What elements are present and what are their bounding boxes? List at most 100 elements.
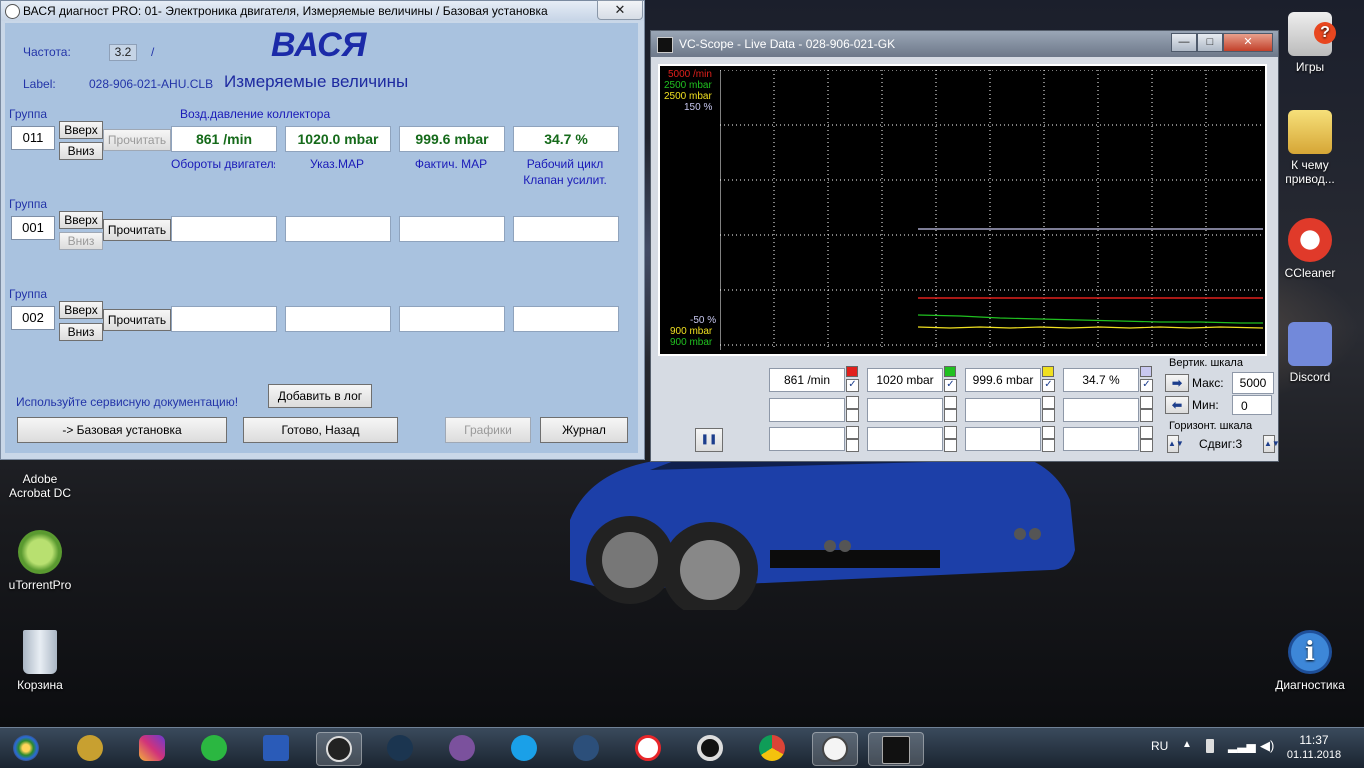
channel12-color-checkbox[interactable] xyxy=(1140,426,1153,439)
taskbar-save-app[interactable] xyxy=(254,732,298,764)
desktop-icon-acrobat[interactable]: Adobe Acrobat DC xyxy=(0,460,80,500)
minimize-button[interactable]: — xyxy=(1171,33,1197,52)
arrow-left-icon[interactable]: ⬅ xyxy=(1165,396,1189,414)
group3-up-button[interactable]: Вверх xyxy=(59,301,103,319)
language-indicator[interactable]: RU xyxy=(1151,739,1168,753)
desktop-icon-diagnostics[interactable]: i Диагностика xyxy=(1270,630,1350,692)
journal-button[interactable]: Журнал xyxy=(540,417,628,443)
spin-icon[interactable]: ▲▼ xyxy=(1167,435,1184,453)
taskbar-instagram[interactable] xyxy=(130,732,174,764)
channel5-checkbox[interactable] xyxy=(846,409,859,422)
group1-read-button[interactable]: Прочитать xyxy=(103,129,171,151)
taskbar-steam[interactable] xyxy=(378,732,422,764)
pause-button[interactable]: ❚❚ xyxy=(695,428,723,452)
channel2-value: 1020 mbar xyxy=(867,368,943,392)
vasya-titlebar[interactable]: ВАСЯ диагност PRO: 01- Электроника двига… xyxy=(1,0,644,21)
graphs-button[interactable]: Графики xyxy=(445,417,531,443)
desktop-icon-discord[interactable]: Discord xyxy=(1270,322,1350,384)
vc-scope-window: VC-Scope - Live Data - 028-906-021-GK — … xyxy=(650,30,1280,462)
channel7-value xyxy=(965,398,1041,422)
taskbar-vasya[interactable] xyxy=(812,732,858,766)
group3-read-button[interactable]: Прочитать xyxy=(103,309,171,331)
arrow-right-icon[interactable]: ➡ xyxy=(1165,374,1189,392)
channel6-color-checkbox[interactable] xyxy=(944,396,957,409)
vasya-app-icon xyxy=(822,736,848,762)
taskbar-headset[interactable] xyxy=(564,732,608,764)
done-back-button[interactable]: Готово, Назад xyxy=(243,417,398,443)
maximize-button[interactable]: □ xyxy=(1197,33,1223,52)
taskbar-whatsapp[interactable] xyxy=(192,732,236,764)
group2-up-button[interactable]: Вверх xyxy=(59,211,103,229)
group1-caption-map-spec: Указ.MAP xyxy=(310,157,364,171)
group1-value-duty: 34.7 % xyxy=(513,126,619,152)
channel12-checkbox[interactable] xyxy=(1140,439,1153,452)
channel7-color-checkbox[interactable] xyxy=(1042,396,1055,409)
taskbar-skype[interactable] xyxy=(502,732,546,764)
start-button[interactable] xyxy=(6,732,46,764)
clock-date[interactable]: 01.11.2018 xyxy=(1282,749,1346,761)
diagnostics-icon-label: Диагностика xyxy=(1275,678,1345,692)
channel3-checkbox[interactable]: ✓ xyxy=(1042,379,1055,392)
group2-number-input[interactable]: 001 xyxy=(11,216,55,240)
channel10-color-checkbox[interactable] xyxy=(944,426,957,439)
min-input[interactable]: 0 xyxy=(1232,395,1272,415)
channel8-color-checkbox[interactable] xyxy=(1140,396,1153,409)
group3-down-button[interactable]: Вниз xyxy=(59,323,103,341)
max-input[interactable]: 5000 xyxy=(1232,372,1274,394)
desktop-icon-utorrent[interactable]: uTorrentPro xyxy=(0,530,80,592)
battery-icon[interactable] xyxy=(1206,739,1214,753)
channel10-checkbox[interactable] xyxy=(944,439,957,452)
headset-icon xyxy=(573,735,599,761)
taskbar-webcam[interactable] xyxy=(68,732,112,764)
group2-read-button[interactable]: Прочитать xyxy=(103,219,171,241)
taskbar-obs[interactable] xyxy=(316,732,362,766)
desktop-icon-folder[interactable]: К чему привод... xyxy=(1270,110,1350,186)
channel11-color-checkbox[interactable] xyxy=(1042,426,1055,439)
taskbar-yandex[interactable] xyxy=(626,732,670,764)
shift-label: Сдвиг:3 xyxy=(1199,437,1243,451)
window-title: ВАСЯ диагност PRO: 01- Электроника двига… xyxy=(23,4,548,18)
group1-number-input[interactable]: 011 xyxy=(11,126,55,150)
channel4-color xyxy=(1140,366,1152,377)
label-value[interactable]: 028-906-021-AHU.CLB xyxy=(89,77,213,91)
channel2-checkbox[interactable]: ✓ xyxy=(944,379,957,392)
taskbar-chrome[interactable] xyxy=(750,732,794,764)
close-button[interactable]: ✕ xyxy=(597,0,643,20)
channel9-checkbox[interactable] xyxy=(846,439,859,452)
taskbar-vc-scope[interactable] xyxy=(868,732,924,766)
add-log-button[interactable]: Добавить в лог xyxy=(268,384,372,408)
group3-number-input[interactable]: 002 xyxy=(11,306,55,330)
desktop-icon-games[interactable]: ? Игры xyxy=(1270,12,1350,74)
group1-down-button[interactable]: Вниз xyxy=(59,142,103,160)
channel8-checkbox[interactable] xyxy=(1140,409,1153,422)
tray-expand-icon[interactable]: ▲ xyxy=(1182,739,1192,750)
volume-icon[interactable]: ◀) xyxy=(1260,738,1274,754)
vc-scope-title: VC-Scope - Live Data - 028-906-021-GK xyxy=(679,37,896,51)
taskbar-opera[interactable] xyxy=(688,732,732,764)
label-label: Label: xyxy=(23,77,56,91)
group1-up-button[interactable]: Вверх xyxy=(59,121,103,139)
taskbar-viber[interactable] xyxy=(440,732,484,764)
max-label: Макс: xyxy=(1192,376,1224,390)
channel9-color-checkbox[interactable] xyxy=(846,426,859,439)
vc-scope-taskbar-icon xyxy=(882,736,910,764)
basic-setting-button[interactable]: -> Базовая установка xyxy=(17,417,227,443)
min-label: Мин: xyxy=(1192,398,1219,412)
channel12-value xyxy=(1063,427,1139,451)
group3-label: Группа xyxy=(9,287,48,301)
vc-scope-titlebar[interactable]: VC-Scope - Live Data - 028-906-021-GK — … xyxy=(651,31,1278,57)
desktop-icon-ccleaner[interactable]: CCleaner xyxy=(1270,218,1350,280)
group2-down-button[interactable]: Вниз xyxy=(59,232,103,250)
channel1-checkbox[interactable]: ✓ xyxy=(846,379,859,392)
channel7-checkbox[interactable] xyxy=(1042,409,1055,422)
network-icon[interactable]: ▂▃▅ xyxy=(1228,739,1256,753)
group3-value-2 xyxy=(285,306,391,332)
desktop-icon-recycle[interactable]: Корзина xyxy=(0,630,80,692)
shift-spin-icon[interactable]: ▲▼ xyxy=(1263,435,1280,453)
channel5-color-checkbox[interactable] xyxy=(846,396,859,409)
vc-close-button[interactable]: ✕ xyxy=(1223,33,1273,52)
channel11-checkbox[interactable] xyxy=(1042,439,1055,452)
channel4-checkbox[interactable]: ✓ xyxy=(1140,379,1153,392)
channel6-checkbox[interactable] xyxy=(944,409,957,422)
clock-time[interactable]: 11:37 xyxy=(1286,733,1342,747)
